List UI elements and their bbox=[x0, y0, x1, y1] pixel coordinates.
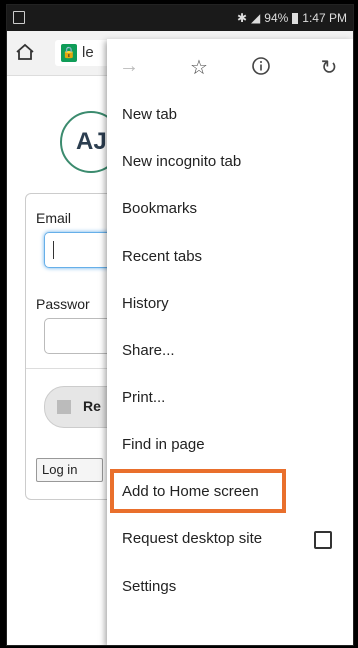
login-button[interactable]: Log in bbox=[36, 458, 103, 482]
signal-icon: ◢ bbox=[251, 11, 261, 25]
info-icon[interactable] bbox=[251, 56, 271, 76]
menu-item-new-incognito-tab[interactable]: New incognito tab bbox=[107, 139, 353, 185]
phone-screen: ✱ ◢ 94% 1:47 PM 🔒 le AJ Email Passwor Re bbox=[6, 4, 354, 646]
home-icon[interactable] bbox=[15, 42, 35, 62]
remember-checkbox[interactable] bbox=[57, 400, 71, 414]
desktop-site-checkbox[interactable] bbox=[314, 531, 332, 549]
request-desktop-label: Request desktop site bbox=[122, 530, 263, 547]
menu-item-share[interactable]: Share... bbox=[107, 328, 353, 374]
menu-item-find-in-page[interactable]: Find in page bbox=[107, 422, 353, 468]
password-label: Passwor bbox=[36, 296, 90, 312]
browser-overflow-menu: → ☆ ↻ New tab New incognito tab Bookmark… bbox=[107, 39, 353, 645]
email-label: Email bbox=[36, 210, 72, 226]
battery-percent: 94% bbox=[264, 11, 289, 25]
address-bar[interactable]: 🔒 le bbox=[55, 40, 115, 66]
menu-item-new-tab[interactable]: New tab bbox=[107, 92, 353, 138]
menu-item-request-desktop-site[interactable]: Request desktop site bbox=[107, 516, 353, 562]
menu-item-history[interactable]: History bbox=[107, 281, 353, 327]
menu-item-settings[interactable]: Settings bbox=[107, 564, 353, 610]
url-text: le bbox=[82, 44, 94, 61]
notification-icon bbox=[13, 11, 25, 24]
text-caret bbox=[53, 241, 54, 259]
menu-item-recent-tabs[interactable]: Recent tabs bbox=[107, 234, 353, 280]
menu-item-print[interactable]: Print... bbox=[107, 375, 353, 421]
menu-icon-row: → ☆ ↻ bbox=[107, 39, 353, 93]
status-bar: ✱ ◢ 94% 1:47 PM bbox=[7, 5, 353, 31]
clock: 1:47 PM bbox=[302, 11, 347, 25]
lock-icon: 🔒 bbox=[61, 44, 77, 62]
reload-icon[interactable]: ↻ bbox=[317, 55, 341, 80]
remember-label: Re bbox=[83, 398, 101, 414]
status-right: ✱ ◢ 94% 1:47 PM bbox=[237, 11, 347, 25]
bluetooth-icon: ✱ bbox=[236, 11, 248, 25]
forward-icon[interactable]: → bbox=[117, 55, 141, 78]
menu-item-bookmarks[interactable]: Bookmarks bbox=[107, 186, 353, 232]
highlight-box bbox=[110, 469, 286, 513]
battery-icon bbox=[292, 12, 299, 24]
star-icon[interactable]: ☆ bbox=[187, 55, 211, 80]
